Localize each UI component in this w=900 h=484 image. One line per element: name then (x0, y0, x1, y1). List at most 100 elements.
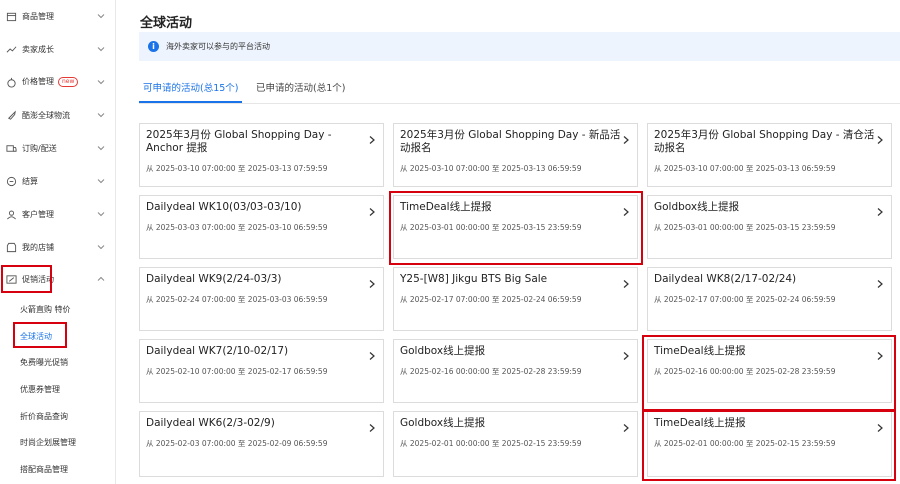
highlight-box-card (389, 191, 643, 265)
activity-card[interactable]: Dailydeal WK6(2/3-02/9) 从 2025-02-03 07:0… (139, 411, 384, 477)
chevron-right-icon (368, 274, 376, 288)
sidebar-item-label: 价格管理 new (22, 76, 79, 88)
sidebar-item-customer-management[interactable]: 客户管理 (0, 202, 116, 226)
sidebar-subitem-coupon-management[interactable]: 优惠券管理 (20, 384, 60, 395)
highlight-box-card (642, 410, 896, 481)
activity-card[interactable]: Dailydeal WK10(03/03-03/10) 从 2025-03-03 … (139, 195, 384, 259)
activity-card[interactable]: 2025年3月份 Global Shopping Day - 新品活动报名从 2… (393, 123, 638, 187)
activity-card[interactable]: Dailydeal WK8(2/17-02/24) 从 2025-02-17 07… (647, 267, 892, 331)
activity-card[interactable]: Dailydeal WK7(2/10-02/17) 从 2025-02-10 07… (139, 339, 384, 403)
chevron-down-icon (97, 243, 105, 251)
info-text: 海外卖家可以参与的平台活动 (166, 42, 270, 51)
chevron-right-icon (622, 346, 630, 360)
info-icon: i (148, 41, 159, 52)
sidebar-item-label: 商品管理 (22, 11, 54, 21)
chevron-right-icon (876, 274, 884, 288)
page-title: 全球活动 (140, 16, 193, 31)
activity-card-title: 2025年3月份 Global Shopping Day - Anchor 提报 (146, 129, 332, 154)
highlight-box-global-activities (13, 322, 67, 348)
activity-card-title: 2025年3月份 Global Shopping Day - 新品活动报名 (400, 129, 621, 154)
tab-available-activities[interactable]: 可申请的活动(总15个) (143, 80, 239, 94)
sidebar-item-seller-growth[interactable]: 卖家成长 (0, 37, 116, 61)
chevron-right-icon (622, 130, 630, 144)
activity-card-title: 2025年3月份 Global Shopping Day - 清仓活动报名 (654, 129, 875, 154)
activity-card-title: Goldbox线上提报 (654, 201, 740, 213)
sidebar-item-label: 我的店铺 (22, 242, 54, 252)
sidebar-item-label: 酷澎全球物流 (22, 110, 70, 120)
store-icon (6, 242, 17, 253)
sidebar-subitem-discount-query[interactable]: 折价商品查询 (20, 411, 68, 422)
sidebar-item-price-management[interactable]: 价格管理 new (0, 70, 116, 94)
chevron-right-icon (876, 130, 884, 144)
activity-card-date: 从 2025-02-17 07:00:00 至 2025-02-24 06:59… (654, 295, 836, 304)
sidebar-item-order-delivery[interactable]: 订购/配送 (0, 136, 116, 160)
sidebar-item-label: 卖家成长 (22, 44, 54, 54)
activity-card[interactable]: 2025年3月份 Global Shopping Day - Anchor 提报… (139, 123, 384, 187)
customer-icon (6, 209, 17, 220)
chevron-down-icon (97, 177, 105, 185)
activity-card[interactable]: Y25-[W8] Jikgu BTS Big Sale 从 2025-02-17 … (393, 267, 638, 331)
chevron-right-icon (368, 418, 376, 432)
activity-card-title: Dailydeal WK6(2/3-02/9) (146, 417, 275, 429)
tab-applied-activities[interactable]: 已申请的活动(总1个) (256, 80, 345, 94)
sidebar-item-label: 客户管理 (22, 209, 54, 219)
rocket-icon (6, 109, 17, 121)
sidebar-subitem-bundle-management[interactable]: 搭配商品管理 (20, 464, 68, 475)
sidebar-item-my-store[interactable]: 我的店铺 (0, 235, 116, 259)
chevron-right-icon (622, 418, 630, 432)
activity-card-date: 从 2025-02-10 07:00:00 至 2025-02-17 06:59… (146, 367, 328, 376)
activity-card[interactable]: Goldbox线上提报从 2025-03-01 00:00:00 至 2025-… (647, 195, 892, 259)
activity-card-title: Dailydeal WK9(2/24-03/3) (146, 273, 282, 285)
delivery-icon (6, 143, 17, 154)
activity-card-date: 从 2025-02-03 07:00:00 至 2025-02-09 06:59… (146, 439, 328, 448)
activity-card-title: Dailydeal WK7(2/10-02/17) (146, 345, 289, 357)
sidebar-item-product-management[interactable]: 商品管理 (0, 4, 116, 28)
highlight-box-card (642, 335, 896, 411)
chevron-right-icon (368, 202, 376, 216)
sidebar-subitem-free-exposure[interactable]: 免费曝光促销 (20, 357, 68, 368)
chevron-right-icon (876, 202, 884, 216)
activity-card[interactable]: Goldbox线上提报从 2025-02-16 00:00:00 至 2025-… (393, 339, 638, 403)
activity-card-title: Goldbox线上提报 (400, 345, 486, 357)
chevron-down-icon (97, 12, 105, 20)
activity-card[interactable]: Dailydeal WK9(2/24-03/3) 从 2025-02-24 07:… (139, 267, 384, 331)
tab-active-indicator (139, 101, 242, 103)
settlement-icon (6, 176, 17, 187)
activity-card-date: 从 2025-02-24 07:00:00 至 2025-03-03 06:59… (146, 295, 328, 304)
chevron-down-icon (97, 78, 105, 86)
activity-card-date: 从 2025-02-01 00:00:00 至 2025-02-15 23:59… (400, 439, 582, 448)
new-badge: new (58, 77, 79, 87)
activity-card-title: Y25-[W8] Jikgu BTS Big Sale (400, 273, 548, 285)
activity-card-date: 从 2025-02-16 00:00:00 至 2025-02-28 23:59… (400, 367, 582, 376)
sidebar-subitem-rocket-direct-special[interactable]: 火箭直购 特价 (20, 304, 71, 315)
sidebar-item-settlement[interactable]: 结算 (0, 169, 116, 193)
tab-bar: 可申请的活动(总15个) 已申请的活动(总1个) (139, 74, 900, 104)
sidebar: 商品管理 卖家成长 价格管理 new 酷澎全球物流 订购/配送 结算 客户管理 我… (0, 0, 116, 484)
activity-card-date: 从 2025-03-03 07:00:00 至 2025-03-10 06:59… (146, 223, 328, 232)
chevron-down-icon (97, 45, 105, 53)
activity-card-date: 从 2025-03-10 07:00:00 至 2025-03-13 06:59… (400, 164, 582, 173)
highlight-box-promotions (1, 265, 52, 293)
activity-card-title: Dailydeal WK10(03/03-03/10) (146, 201, 302, 213)
activity-card-date: 从 2025-03-01 00:00:00 至 2025-03-15 23:59… (654, 223, 836, 232)
activity-card-date: 从 2025-03-10 07:00:00 至 2025-03-13 06:59… (654, 164, 836, 173)
chevron-down-icon (97, 210, 105, 218)
chevron-down-icon (97, 144, 105, 152)
price-icon (6, 77, 17, 88)
sidebar-item-global-logistics[interactable]: 酷澎全球物流 (0, 103, 116, 127)
chevron-down-icon (97, 111, 105, 119)
activity-card-date: 从 2025-03-10 07:00:00 至 2025-03-13 07:59… (146, 164, 328, 173)
box-icon (6, 11, 17, 22)
activity-card[interactable]: Goldbox线上提报从 2025-02-01 00:00:00 至 2025-… (393, 411, 638, 477)
activity-card-date: 从 2025-02-17 07:00:00 至 2025-02-24 06:59… (400, 295, 582, 304)
activity-card-title: Goldbox线上提报 (400, 417, 486, 429)
sidebar-subitem-fashion-exhibit[interactable]: 时尚企划展管理 (20, 437, 76, 448)
activity-card[interactable]: 2025年3月份 Global Shopping Day - 清仓活动报名从 2… (647, 123, 892, 187)
sidebar-item-label: 订购/配送 (22, 143, 57, 153)
sidebar-item-label: 结算 (22, 176, 38, 186)
chevron-up-icon (97, 275, 105, 283)
chevron-right-icon (368, 346, 376, 360)
growth-icon (6, 44, 17, 55)
info-banner: i 海外卖家可以参与的平台活动 (139, 32, 900, 61)
chevron-right-icon (368, 130, 376, 144)
